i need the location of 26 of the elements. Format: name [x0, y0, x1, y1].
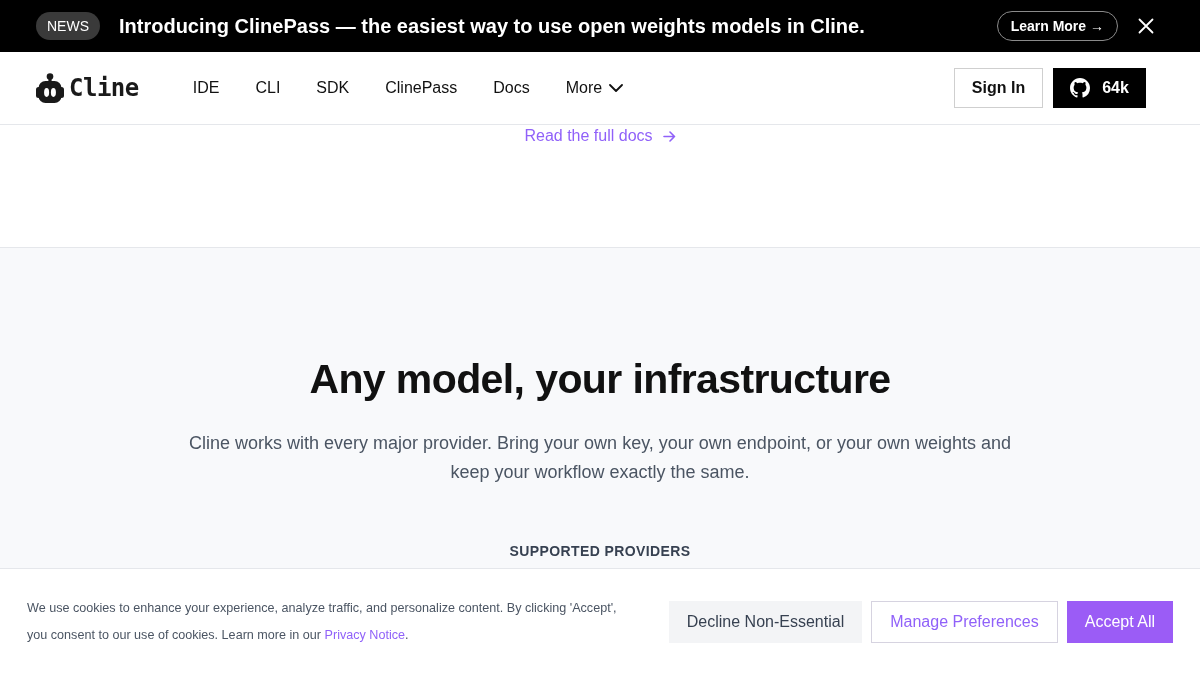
nav-link[interactable]: CLI — [255, 79, 281, 97]
nav-link[interactable]: Docs — [493, 79, 530, 97]
nav-link[interactable]: SDK — [316, 79, 350, 97]
cookie-notice-text: We use cookies to enhance your experience, analyze traffic, and personalize content. By clicking 'Accept', you consent to our use of cookies. Learn more in our Privacy Notice. — [27, 600, 618, 644]
github-icon — [1070, 78, 1091, 98]
docs-link[interactable]: Read the full docs — [524, 127, 676, 145]
privacy-notice-link[interactable]: Privacy Notice — [324, 628, 405, 642]
close-button[interactable] — [1138, 18, 1154, 34]
github-stars-button[interactable]: 64k — [1053, 68, 1146, 108]
manage-preferences-button[interactable]: Manage Preferences — [871, 601, 1058, 643]
sign-in-button[interactable]: Sign In — [954, 68, 1043, 108]
nav-dropdown[interactable]: More — [565, 79, 624, 97]
announcement-text: Introducing ClinePass — the easiest way to use open weights models in Cline. — [119, 14, 865, 38]
logo-link[interactable]: Cline — [36, 73, 139, 103]
arrow-right-icon — [662, 130, 676, 142]
chevron-down-icon — [609, 84, 624, 92]
section-eyebrow: SUPPORTED PROVIDERS — [509, 542, 691, 561]
section-heading: Any model, your infrastructure — [309, 355, 891, 404]
nav-link[interactable]: ClinePass — [385, 79, 458, 97]
section-description: Cline works with every major provider. Bring your own key, your own endpoint, or your own weights and keep your workflow exactly the same. — [187, 432, 1013, 484]
decline-button[interactable]: Decline Non-Essential — [668, 601, 863, 643]
close-icon — [1138, 18, 1154, 34]
news-badge: NEWS — [36, 12, 100, 40]
nav-link[interactable]: IDE — [192, 79, 220, 97]
accept-all-button[interactable]: Accept All — [1066, 601, 1173, 643]
robot-icon — [36, 73, 64, 103]
